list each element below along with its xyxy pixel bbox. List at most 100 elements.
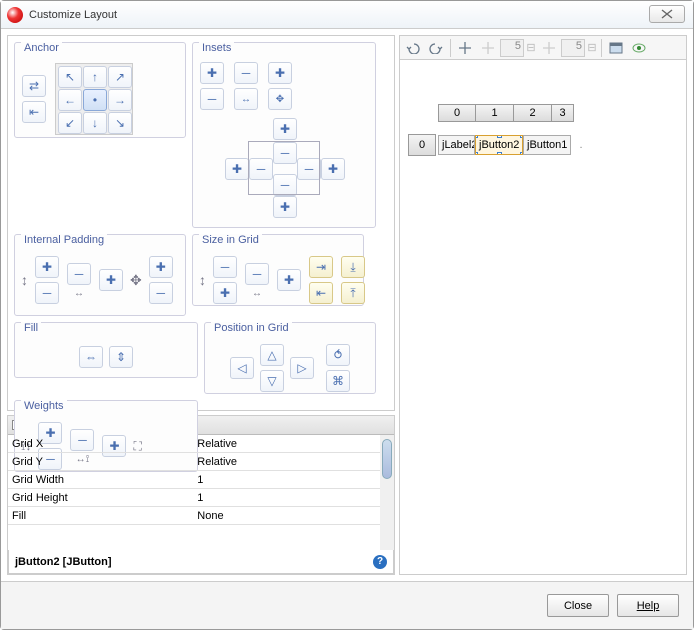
component-row: jLabel2 jButton2 jButton1 . bbox=[438, 134, 591, 156]
component-jbutton1[interactable]: jButton1 bbox=[523, 135, 571, 155]
preview-toolbar: 5 ⊟ 5 ⊟ bbox=[400, 36, 686, 60]
close-button[interactable]: Close bbox=[547, 594, 609, 617]
size-col-end-button[interactable]: ⇥ bbox=[309, 256, 333, 278]
resize-handle[interactable] bbox=[475, 152, 478, 155]
inset-right-inc-button[interactable]: ✚ bbox=[321, 158, 345, 180]
ipad-v-dec-button[interactable]: ─ bbox=[35, 282, 59, 304]
trailing-cell: . bbox=[571, 139, 591, 151]
gap-h-spinner[interactable]: 5 bbox=[500, 39, 524, 57]
col-header[interactable]: 3 bbox=[552, 104, 574, 122]
resize-handle[interactable] bbox=[497, 152, 502, 155]
inset-all-inc-button[interactable]: ✚ bbox=[200, 62, 224, 84]
scrollbar-thumb[interactable] bbox=[382, 439, 392, 479]
grid-preview[interactable]: 0 1 2 3 0 jLabel2 jButton2 jButton1 . bbox=[400, 60, 686, 140]
anchor-sw-button[interactable]: ↙ bbox=[58, 112, 82, 134]
pos-right-button[interactable]: ▷ bbox=[290, 357, 314, 379]
size-h-inc-button[interactable]: ✚ bbox=[277, 269, 301, 291]
group-insets: Insets ✚ ─ ─ ↔ ✚ ✥ ✚ bbox=[192, 42, 376, 228]
constraint-row[interactable]: Grid XRelative bbox=[8, 435, 394, 453]
resize-handle[interactable] bbox=[497, 135, 502, 138]
ipad-h-inc-button[interactable]: ✚ bbox=[99, 269, 123, 291]
inset-top-inc-button[interactable]: ✚ bbox=[273, 118, 297, 140]
help-button[interactable]: Help bbox=[617, 594, 679, 617]
anchor-se-button[interactable]: ↘ bbox=[108, 112, 132, 134]
constraints-panel: − Layout Constraints Grid XRelative Grid… bbox=[7, 415, 395, 575]
grid-icon bbox=[459, 42, 471, 54]
group-size-in-grid: Size in Grid ↕ ─ ✚ ─ ↔ ✚ ⇥ bbox=[192, 234, 364, 306]
size-v-dec-button[interactable]: ─ bbox=[213, 256, 237, 278]
row-header[interactable]: 0 bbox=[408, 134, 436, 156]
preview-eye-button[interactable] bbox=[628, 38, 650, 58]
anchor-w-button[interactable]: ← bbox=[58, 89, 82, 111]
constraint-row[interactable]: Grid Height1 bbox=[8, 489, 394, 507]
ipad-both-dec-button[interactable]: ─ bbox=[149, 282, 173, 304]
ipad-h-icon: ↔ bbox=[66, 288, 92, 299]
inset-h-dec-button[interactable]: ─ bbox=[234, 62, 258, 84]
group-fill: Fill ⇔ ⇕ bbox=[14, 322, 198, 378]
anchor-baseline-h-button[interactable]: ⇄ bbox=[22, 75, 46, 97]
gap-v-spinner[interactable]: 5 bbox=[561, 39, 585, 57]
component-jbutton2[interactable]: jButton2 bbox=[475, 135, 523, 155]
inset-bottom-inc-button[interactable]: ✚ bbox=[273, 196, 297, 218]
spinner-buttons-icon[interactable]: ⊟ bbox=[525, 38, 537, 58]
window-mode-button[interactable] bbox=[605, 38, 627, 58]
component-jlabel2[interactable]: jLabel2 bbox=[438, 135, 475, 155]
col-header[interactable]: 0 bbox=[438, 104, 476, 122]
size-h-icon: ↔ bbox=[244, 288, 270, 299]
inset-left-inc-button[interactable]: ✚ bbox=[225, 158, 249, 180]
anchor-baseline-button[interactable]: ⇤ bbox=[22, 101, 46, 123]
eye-icon bbox=[632, 42, 646, 54]
inset-h-reset-button[interactable]: ↔ bbox=[234, 88, 258, 110]
group-internal-padding: Internal Padding ↕ ✚ ─ ─ ↔ ✚ ✥ bbox=[14, 234, 186, 316]
pos-down-button[interactable]: ▽ bbox=[260, 370, 284, 392]
constraint-row[interactable]: FillNone bbox=[8, 507, 394, 525]
ipad-v-inc-button[interactable]: ✚ bbox=[35, 256, 59, 278]
window-title: Customize Layout bbox=[29, 9, 117, 21]
fill-h-button[interactable]: ⇔ bbox=[79, 346, 103, 368]
pos-up-button[interactable]: △ bbox=[260, 344, 284, 366]
resize-handle[interactable] bbox=[475, 135, 478, 138]
size-v-inc-button[interactable]: ✚ bbox=[213, 282, 237, 304]
constraint-row[interactable]: Grid YRelative bbox=[8, 453, 394, 471]
size-h-dec-button[interactable]: ─ bbox=[245, 263, 269, 285]
scrollbar[interactable] bbox=[380, 435, 394, 550]
fill-v-button[interactable]: ⇕ bbox=[109, 346, 133, 368]
group-insets-title: Insets bbox=[199, 42, 234, 54]
anchor-ne-button[interactable]: ↗ bbox=[108, 66, 132, 88]
anchor-c-button[interactable]: • bbox=[83, 89, 107, 111]
pos-attach-button[interactable]: ⌘ bbox=[326, 370, 350, 392]
group-internal-padding-title: Internal Padding bbox=[21, 234, 107, 246]
col-header[interactable]: 1 bbox=[476, 104, 514, 122]
anchor-s-button[interactable]: ↓ bbox=[83, 112, 107, 134]
ipad-both-inc-button[interactable]: ✚ bbox=[149, 256, 173, 278]
undo-icon bbox=[406, 42, 420, 54]
pos-left-button[interactable]: ◁ bbox=[230, 357, 254, 379]
anchor-n-button[interactable]: ↑ bbox=[83, 66, 107, 88]
help-icon[interactable]: ? bbox=[373, 555, 387, 569]
group-anchor-title: Anchor bbox=[21, 42, 62, 54]
size-row-start-button[interactable]: ⤒ bbox=[341, 282, 365, 304]
col-header[interactable]: 2 bbox=[514, 104, 552, 122]
inset-h-inc-button[interactable]: ✚ bbox=[268, 62, 292, 84]
grid-hide-button[interactable] bbox=[477, 38, 499, 58]
anchor-nw-button[interactable]: ↖ bbox=[58, 66, 82, 88]
size-row-end-button[interactable]: ⤓ bbox=[341, 256, 365, 278]
undo-button[interactable] bbox=[402, 38, 424, 58]
anchor-e-button[interactable]: → bbox=[108, 89, 132, 111]
resize-handle[interactable] bbox=[520, 152, 523, 155]
pos-link-button[interactable]: ⥀ bbox=[326, 344, 350, 366]
grid-v-button[interactable] bbox=[538, 38, 560, 58]
redo-button[interactable] bbox=[425, 38, 447, 58]
size-col-start-button[interactable]: ⇤ bbox=[309, 282, 333, 304]
window-close-button[interactable] bbox=[649, 5, 685, 23]
inset-all-dec-button[interactable]: ─ bbox=[200, 88, 224, 110]
ipad-h-dec-button[interactable]: ─ bbox=[67, 263, 91, 285]
constraint-row[interactable]: Grid Width1 bbox=[8, 471, 394, 489]
inset-move-button[interactable]: ✥ bbox=[268, 88, 292, 110]
redo-icon bbox=[429, 42, 443, 54]
resize-handle[interactable] bbox=[520, 135, 523, 138]
grid-show-button[interactable] bbox=[454, 38, 476, 58]
ipad-v-icon: ↕ bbox=[21, 272, 28, 288]
spinner-buttons-icon[interactable]: ⊟ bbox=[586, 38, 598, 58]
inset-box-icon bbox=[248, 141, 320, 195]
